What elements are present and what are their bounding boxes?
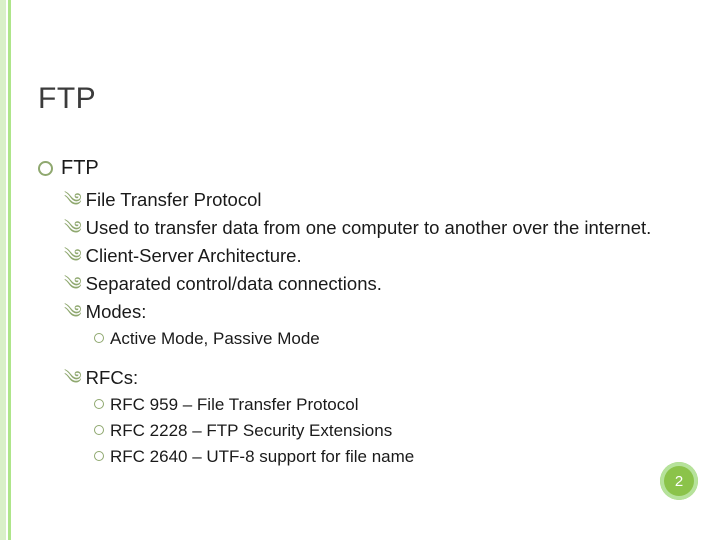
subpoint-row: RFC 2640 – UTF-8 support for file name (94, 446, 678, 469)
slide: FTP FTP ༄ File Transfer Protocol ༄ Used … (0, 0, 720, 540)
page-number: 2 (675, 473, 683, 490)
bullet-curl-icon: ༄ (64, 244, 82, 269)
subpoint-text: RFC 959 – File Transfer Protocol (110, 394, 678, 417)
bullet-curl-icon: ༄ (64, 366, 82, 391)
page-number-badge: 2 (660, 462, 698, 500)
subpoint-row: RFC 2228 – FTP Security Extensions (94, 420, 678, 443)
point-text: Used to transfer data from one computer … (86, 216, 678, 241)
point-row: ༄ Modes: (64, 300, 678, 325)
spacer (38, 354, 678, 366)
point-text: RFCs: (86, 366, 678, 391)
point-text: Separated control/data connections. (86, 272, 678, 297)
subpoint-row: RFC 959 – File Transfer Protocol (94, 394, 678, 417)
point-row: ༄ File Transfer Protocol (64, 188, 678, 213)
slide-content: FTP ༄ File Transfer Protocol ༄ Used to t… (38, 155, 678, 472)
section-heading: FTP (61, 155, 678, 182)
point-text: Client-Server Architecture. (86, 244, 678, 269)
bullet-curl-icon: ༄ (64, 188, 82, 213)
subpoint-text: RFC 2228 – FTP Security Extensions (110, 420, 678, 443)
bullet-small-circle-icon (94, 425, 104, 435)
subpoint-text: Active Mode, Passive Mode (110, 328, 678, 351)
subpoint-text: RFC 2640 – UTF-8 support for file name (110, 446, 678, 469)
bullet-curl-icon: ༄ (64, 216, 82, 241)
left-edge-inner (8, 0, 11, 540)
point-text: File Transfer Protocol (86, 188, 678, 213)
bullet-small-circle-icon (94, 333, 104, 343)
bullet-curl-icon: ༄ (64, 300, 82, 325)
point-row: ༄ RFCs: (64, 366, 678, 391)
bullet-small-circle-icon (94, 451, 104, 461)
point-row: ༄ Client-Server Architecture. (64, 244, 678, 269)
left-edge-outer (0, 0, 6, 540)
point-row: ༄ Separated control/data connections. (64, 272, 678, 297)
point-text: Modes: (86, 300, 678, 325)
subpoint-row: Active Mode, Passive Mode (94, 328, 678, 351)
point-row: ༄ Used to transfer data from one compute… (64, 216, 678, 241)
bullet-circle-icon (38, 161, 53, 176)
bullet-curl-icon: ༄ (64, 272, 82, 297)
bullet-small-circle-icon (94, 399, 104, 409)
slide-title: FTP (38, 82, 96, 116)
section-heading-row: FTP (38, 155, 678, 182)
